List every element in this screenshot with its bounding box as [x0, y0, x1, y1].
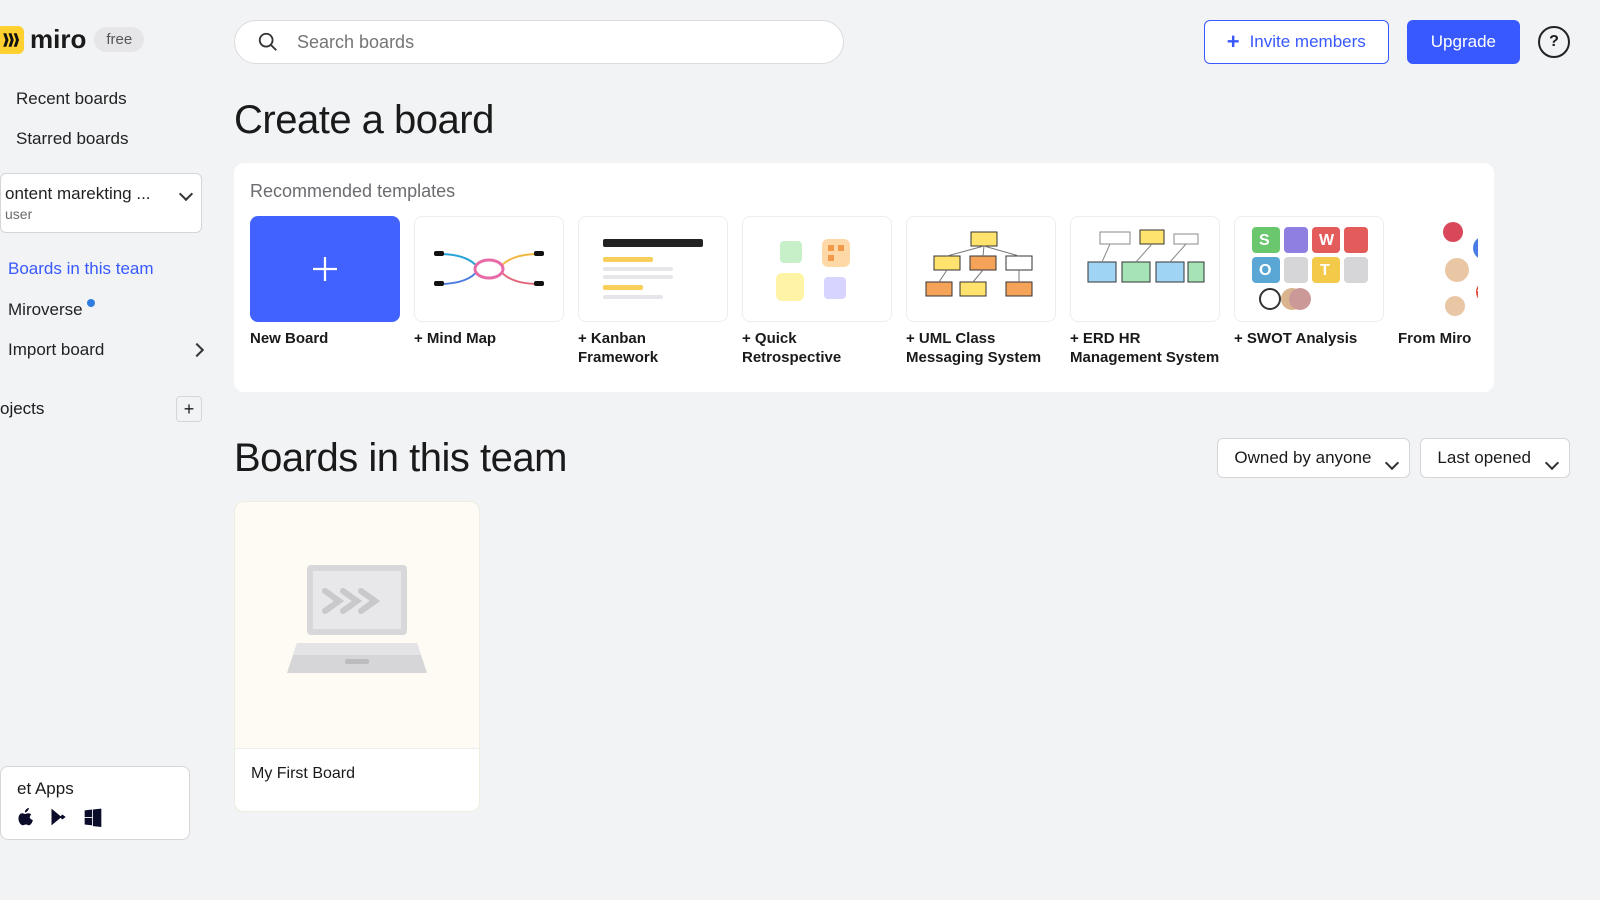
nav-starred-boards[interactable]: Starred boards: [8, 119, 202, 159]
invite-members-button[interactable]: + Invite members: [1204, 20, 1389, 64]
platform-icons: [17, 807, 173, 827]
nav-boards-in-team-label: Boards in this team: [8, 259, 154, 279]
help-button[interactable]: ?: [1538, 26, 1570, 58]
template-erd[interactable]: + ERD HR Management System: [1070, 216, 1220, 368]
team-name: ontent marekting ...: [5, 184, 189, 204]
filter-sort-select[interactable]: Last opened: [1420, 438, 1570, 478]
brand-name: miro: [30, 24, 86, 55]
team-role: user: [5, 206, 189, 222]
add-project-button[interactable]: +: [176, 396, 202, 422]
brand-logo[interactable]: miro: [0, 24, 86, 55]
nav-import-board[interactable]: Import board: [8, 330, 202, 370]
nav-boards-in-team[interactable]: Boards in this team: [8, 249, 202, 289]
filter-sort-label: Last opened: [1437, 448, 1531, 468]
svg-text:T: T: [1320, 262, 1330, 279]
nav-recent-boards[interactable]: Recent boards: [8, 79, 202, 119]
template-swot[interactable]: S W O T + SWOT Analysis: [1234, 216, 1384, 368]
template-kanban[interactable]: + Kanban Framework: [578, 216, 728, 368]
template-label: From Miro: [1398, 330, 1478, 349]
create-board-title: Create a board: [234, 98, 1600, 143]
template-thumb: TED: [1398, 216, 1478, 322]
template-thumb: [578, 216, 728, 322]
projects-label: ojects: [0, 399, 44, 419]
nav-import-board-label: Import board: [8, 340, 104, 360]
nav-miroverse[interactable]: Miroverse: [8, 289, 202, 330]
template-thumb: [906, 216, 1056, 322]
nav-sub: Boards in this team Miroverse Import boa…: [0, 241, 210, 378]
get-apps-card[interactable]: et Apps: [0, 766, 190, 840]
chevron-right-icon: [192, 340, 202, 360]
board-card[interactable]: My First Board: [234, 501, 480, 812]
svg-text:O: O: [1259, 262, 1271, 279]
team-switcher[interactable]: ontent marekting ... user: [0, 173, 202, 233]
template-label: + Kanban Framework: [578, 330, 728, 368]
template-retrospective[interactable]: + Quick Retrospective: [742, 216, 892, 368]
template-thumb: [742, 216, 892, 322]
templates-subtitle: Recommended templates: [250, 181, 1478, 202]
boards-filters: Owned by anyone Last opened: [1217, 438, 1570, 478]
nav: Recent boards Starred boards: [0, 79, 210, 159]
template-uml[interactable]: + UML Class Messaging System: [906, 216, 1056, 368]
template-thumb: [250, 216, 400, 322]
plus-icon: +: [1227, 29, 1240, 55]
notification-dot-icon: [87, 299, 95, 307]
template-thumb: [1070, 216, 1220, 322]
templates-panel: Recommended templates New Board: [234, 163, 1494, 392]
template-label: + UML Class Messaging System: [906, 330, 1056, 368]
board-thumb: [235, 502, 479, 748]
filter-owner-label: Owned by anyone: [1234, 448, 1371, 468]
brand-row: miro free: [0, 24, 210, 79]
header: + Invite members Upgrade ?: [234, 20, 1600, 64]
templates-row: New Board: [250, 216, 1478, 368]
plan-badge: free: [94, 27, 144, 52]
template-label: New Board: [250, 330, 400, 349]
chevron-down-icon: [181, 186, 191, 204]
chevron-down-icon: [1547, 453, 1557, 473]
template-thumb: S W O T: [1234, 216, 1384, 322]
filter-owner-select[interactable]: Owned by anyone: [1217, 438, 1410, 478]
svg-text:W: W: [1319, 232, 1335, 249]
template-label: + ERD HR Management System: [1070, 330, 1220, 368]
svg-text:TED: TED: [1477, 289, 1478, 298]
sidebar: miro free Recent boards Starred boards o…: [0, 0, 210, 900]
invite-members-label: Invite members: [1250, 32, 1366, 52]
apple-icon: [17, 807, 35, 827]
google-play-icon: [49, 807, 69, 827]
board-meta: My First Board: [235, 748, 479, 811]
question-mark-icon: ?: [1549, 33, 1559, 51]
main: + Invite members Upgrade ? Create a boar…: [210, 0, 1600, 900]
brand-logo-icon: [0, 26, 24, 54]
template-label: + Mind Map: [414, 330, 564, 349]
search-box[interactable]: [234, 20, 844, 64]
windows-icon: [83, 807, 103, 827]
template-thumb: [414, 216, 564, 322]
nav-miroverse-label: Miroverse: [8, 300, 83, 319]
laptop-icon: [277, 555, 437, 695]
template-new-board[interactable]: New Board: [250, 216, 400, 368]
board-name: My First Board: [251, 765, 463, 783]
search-input[interactable]: [297, 32, 821, 53]
boards-header: Boards in this team Owned by anyone Last…: [234, 436, 1600, 481]
svg-text:S: S: [1259, 232, 1270, 249]
template-label: + Quick Retrospective: [742, 330, 892, 368]
chevron-down-icon: [1387, 453, 1397, 473]
boards-title: Boards in this team: [234, 436, 567, 481]
template-mind-map[interactable]: + Mind Map: [414, 216, 564, 368]
search-icon: [257, 31, 279, 53]
template-from-miroverse[interactable]: TED From Miro: [1398, 216, 1478, 368]
template-label: + SWOT Analysis: [1234, 330, 1384, 349]
get-apps-label: et Apps: [17, 779, 173, 799]
projects-row: ojects +: [0, 378, 210, 422]
upgrade-button[interactable]: Upgrade: [1407, 20, 1520, 64]
